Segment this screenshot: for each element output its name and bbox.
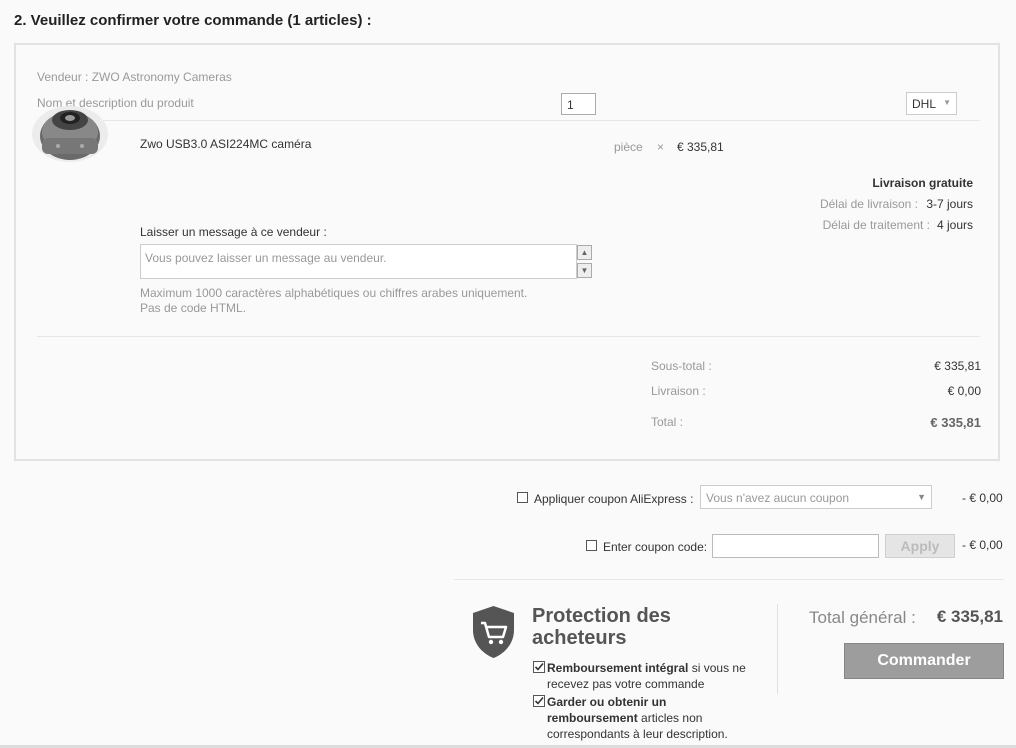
divider — [37, 120, 980, 121]
message-hint-html: Pas de code HTML. — [140, 301, 247, 315]
message-textarea[interactable]: Vous pouvez laisser un message au vendeu… — [140, 244, 577, 279]
aliexpress-coupon-label: Appliquer coupon AliExpress : — [534, 492, 694, 506]
shipping-cost-value: € 0,00 — [947, 384, 981, 398]
subtotal-value: € 335,81 — [934, 359, 981, 373]
scroll-down-icon[interactable]: ▼ — [577, 263, 592, 278]
message-label: Laisser un message à ce vendeur : — [140, 225, 327, 239]
processing-time-value: 4 jours — [936, 218, 973, 232]
total-value: € 335,81 — [930, 415, 981, 430]
protection-item-refund: Remboursement intégral si vous ne receve… — [547, 660, 746, 692]
coupon-select-value: Vous n'avez aucun coupon — [706, 491, 850, 505]
coupon-code-label: Enter coupon code: — [603, 540, 708, 554]
apply-coupon-button[interactable]: Apply — [885, 534, 955, 558]
quantity-input[interactable]: 1 — [561, 93, 596, 115]
coupon-code-discount: - € 0,00 — [962, 538, 1003, 552]
message-hint: Maximum 1000 caractères alphabétiques ou… — [140, 286, 528, 300]
aliexpress-coupon-select[interactable]: Vous n'avez aucun coupon ▼ — [700, 485, 932, 509]
checkbox-checked-icon — [533, 661, 545, 673]
page-heading: 2. Veuillez confirmer votre commande (1 … — [14, 12, 372, 29]
product-image[interactable] — [30, 92, 110, 172]
shipping-select-value: DHL — [912, 97, 937, 111]
protection-item-keep-bold-2: remboursement — [547, 711, 638, 725]
delivery-time-label: Délai de livraison : — [819, 197, 918, 211]
protection-item-refund-text-2: recevez pas votre commande — [547, 677, 705, 691]
shield-cart-icon — [473, 606, 514, 658]
unit-price: € 335,81 — [677, 140, 724, 154]
place-order-button[interactable]: Commander — [844, 643, 1004, 679]
chevron-down-icon: ▼ — [917, 492, 926, 502]
buyer-protection-title-line1: Protection des — [532, 605, 671, 627]
chevron-down-icon: ▼ — [943, 98, 951, 107]
grand-total-label: Total général : — [809, 608, 916, 627]
aliexpress-coupon-discount: - € 0,00 — [962, 491, 1003, 505]
times-sign: × — [657, 140, 665, 154]
divider — [454, 579, 1004, 580]
coupon-code-input[interactable] — [712, 534, 879, 558]
product-name[interactable]: Zwo USB3.0 ASI224MC caméra — [140, 137, 311, 151]
aliexpress-coupon-checkbox[interactable] — [517, 492, 528, 503]
protection-item-keep-text-2: correspondants à leur description. — [547, 727, 728, 741]
protection-item-keep: Garder ou obtenir un remboursement artic… — [547, 694, 728, 742]
protection-item-keep-bold: Garder ou obtenir un — [547, 695, 667, 709]
checkbox-checked-icon — [533, 695, 545, 707]
shipping-select[interactable]: DHL ▼ — [906, 92, 957, 115]
free-shipping-label: Livraison gratuite — [872, 176, 973, 190]
shipping-cost-label: Livraison : — [651, 384, 706, 398]
seller-name: Vendeur : ZWO Astronomy Cameras — [37, 70, 232, 84]
buyer-protection-title-line2: acheteurs — [532, 627, 627, 649]
total-label: Total : — [651, 415, 684, 429]
grand-total-value: € 335,81 — [936, 607, 1003, 626]
divider — [37, 336, 980, 337]
subtotal-label: Sous-total : — [651, 359, 712, 373]
processing-time-label: Délai de traitement : — [822, 218, 930, 232]
protection-item-refund-bold: Remboursement intégral — [547, 661, 689, 675]
coupon-code-checkbox[interactable] — [586, 540, 597, 551]
protection-item-refund-text: si vous ne — [691, 661, 746, 675]
buyer-protection-title: Protection des acheteurs — [532, 605, 671, 649]
protection-item-keep-text: articles non — [641, 711, 703, 725]
delivery-time-value: 3-7 jours — [926, 197, 973, 211]
scroll-up-icon[interactable]: ▲ — [577, 245, 592, 260]
vertical-divider — [777, 604, 778, 694]
quantity-unit: pièce — [614, 140, 643, 154]
